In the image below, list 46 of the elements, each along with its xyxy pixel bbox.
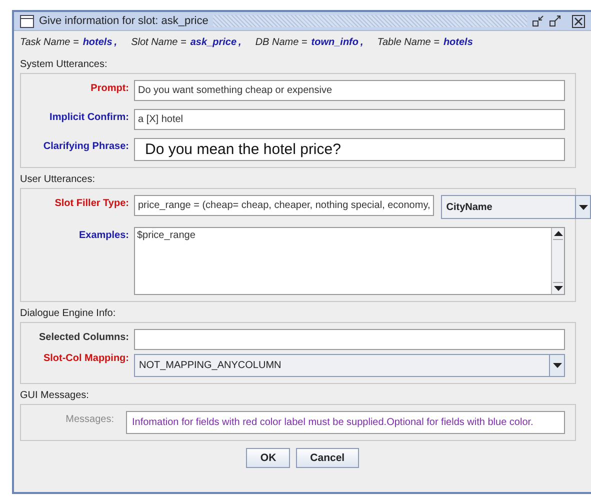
text-field[interactable]: Do you want something cheap or expensive	[134, 80, 565, 101]
dropdown[interactable]: NOT_MAPPING_ANYCOLUMN	[134, 354, 565, 377]
field-label: Examples:	[78, 229, 130, 241]
dropdown-button[interactable]	[549, 355, 564, 376]
info-label: Task Name =	[20, 37, 79, 50]
field-label: Slot-Col Mapping:	[42, 352, 130, 364]
info-label: Table Name =	[377, 37, 440, 50]
comma: ,	[238, 37, 242, 50]
field-label: Clarifying Phrase:	[42, 140, 130, 152]
text-field[interactable]: price_range = (cheap= cheap, cheaper, nothing special, economy,	[134, 195, 434, 216]
scroll-down-icon[interactable]	[554, 286, 562, 291]
info-value: hotels	[82, 37, 112, 50]
text-field[interactable]: Do you mean the hotel price?	[134, 138, 565, 161]
section-title: Dialogue Engine Info:	[20, 307, 117, 321]
maximize-icon[interactable]	[549, 15, 561, 27]
comma: ,	[360, 37, 364, 50]
field-label: Selected Columns:	[38, 331, 130, 343]
info-value: town_info	[311, 37, 358, 50]
info-value: hotels	[443, 37, 473, 50]
text-area[interactable]: $price_range	[134, 227, 565, 295]
section-title: GUI Messages:	[20, 389, 90, 403]
field-label: Implicit Confirm:	[48, 111, 130, 123]
info-value: ask_price	[190, 37, 237, 50]
info-label: DB Name =	[255, 37, 308, 50]
caret-icon[interactable]	[552, 363, 562, 368]
text-field[interactable]: a [X] hotel	[134, 109, 565, 130]
minimize-icon[interactable]	[532, 15, 544, 27]
scroll-up-icon[interactable]	[554, 231, 562, 236]
close-icon[interactable]	[572, 14, 585, 28]
dialog-button[interactable]: Cancel	[296, 448, 359, 468]
field-label: Prompt:	[90, 82, 130, 94]
section-title: System Utterances:	[20, 58, 108, 72]
dropdown-button[interactable]	[575, 196, 590, 218]
caret-icon[interactable]	[578, 204, 588, 210]
field-label: Messages:	[64, 413, 115, 425]
info-label: Slot Name =	[131, 37, 186, 50]
text-field[interactable]	[134, 329, 565, 350]
dropdown[interactable]: CityName	[441, 195, 591, 219]
field-label: Slot Filler Type:	[54, 197, 130, 209]
message-box: Infomation for fields with red color label must be supplied.Optional for fields with blue color.	[126, 411, 565, 434]
section-title: User Utterances:	[20, 173, 96, 187]
comma: ,	[114, 37, 118, 50]
window-title: Give information for slot: ask_price	[39, 15, 208, 27]
window-icon	[20, 14, 34, 28]
scrollbar[interactable]	[551, 228, 564, 294]
dialog-button[interactable]: OK	[246, 448, 290, 468]
